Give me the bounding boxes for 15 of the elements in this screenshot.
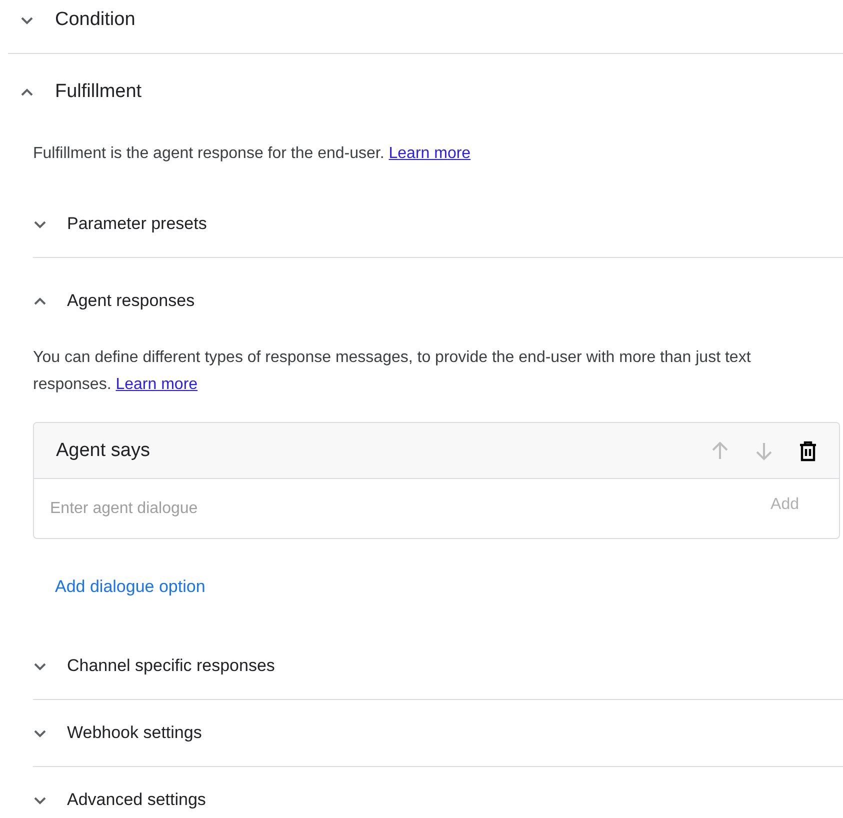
section-title[interactable]: Condition	[55, 9, 136, 31]
subsection-title[interactable]: Advanced settings	[67, 790, 206, 810]
section-title[interactable]: Fulfillment	[55, 81, 142, 103]
card-title: Agent says	[56, 440, 150, 462]
delete-icon[interactable]	[797, 440, 819, 462]
learn-more-link[interactable]: Learn more	[116, 376, 198, 393]
subsection-title[interactable]: Channel specific responses	[67, 656, 275, 676]
description-text: Fulfillment is the agent response for the end-user. Learn more	[33, 144, 472, 164]
subsection-title[interactable]: Webhook settings	[67, 723, 202, 743]
description-text: You can define different types of response messages, to provide the end-user with more than just text responses. Learn more	[33, 348, 752, 395]
subsection-title[interactable]: Parameter presets	[67, 214, 207, 234]
subsection-title[interactable]: Agent responses	[67, 291, 195, 311]
add-dialogue-option-link[interactable]: Add dialogue option	[55, 577, 206, 597]
agent-dialogue-input[interactable]: Enter agent dialogue	[48, 498, 771, 518]
learn-more-link[interactable]: Learn more	[388, 145, 471, 162]
